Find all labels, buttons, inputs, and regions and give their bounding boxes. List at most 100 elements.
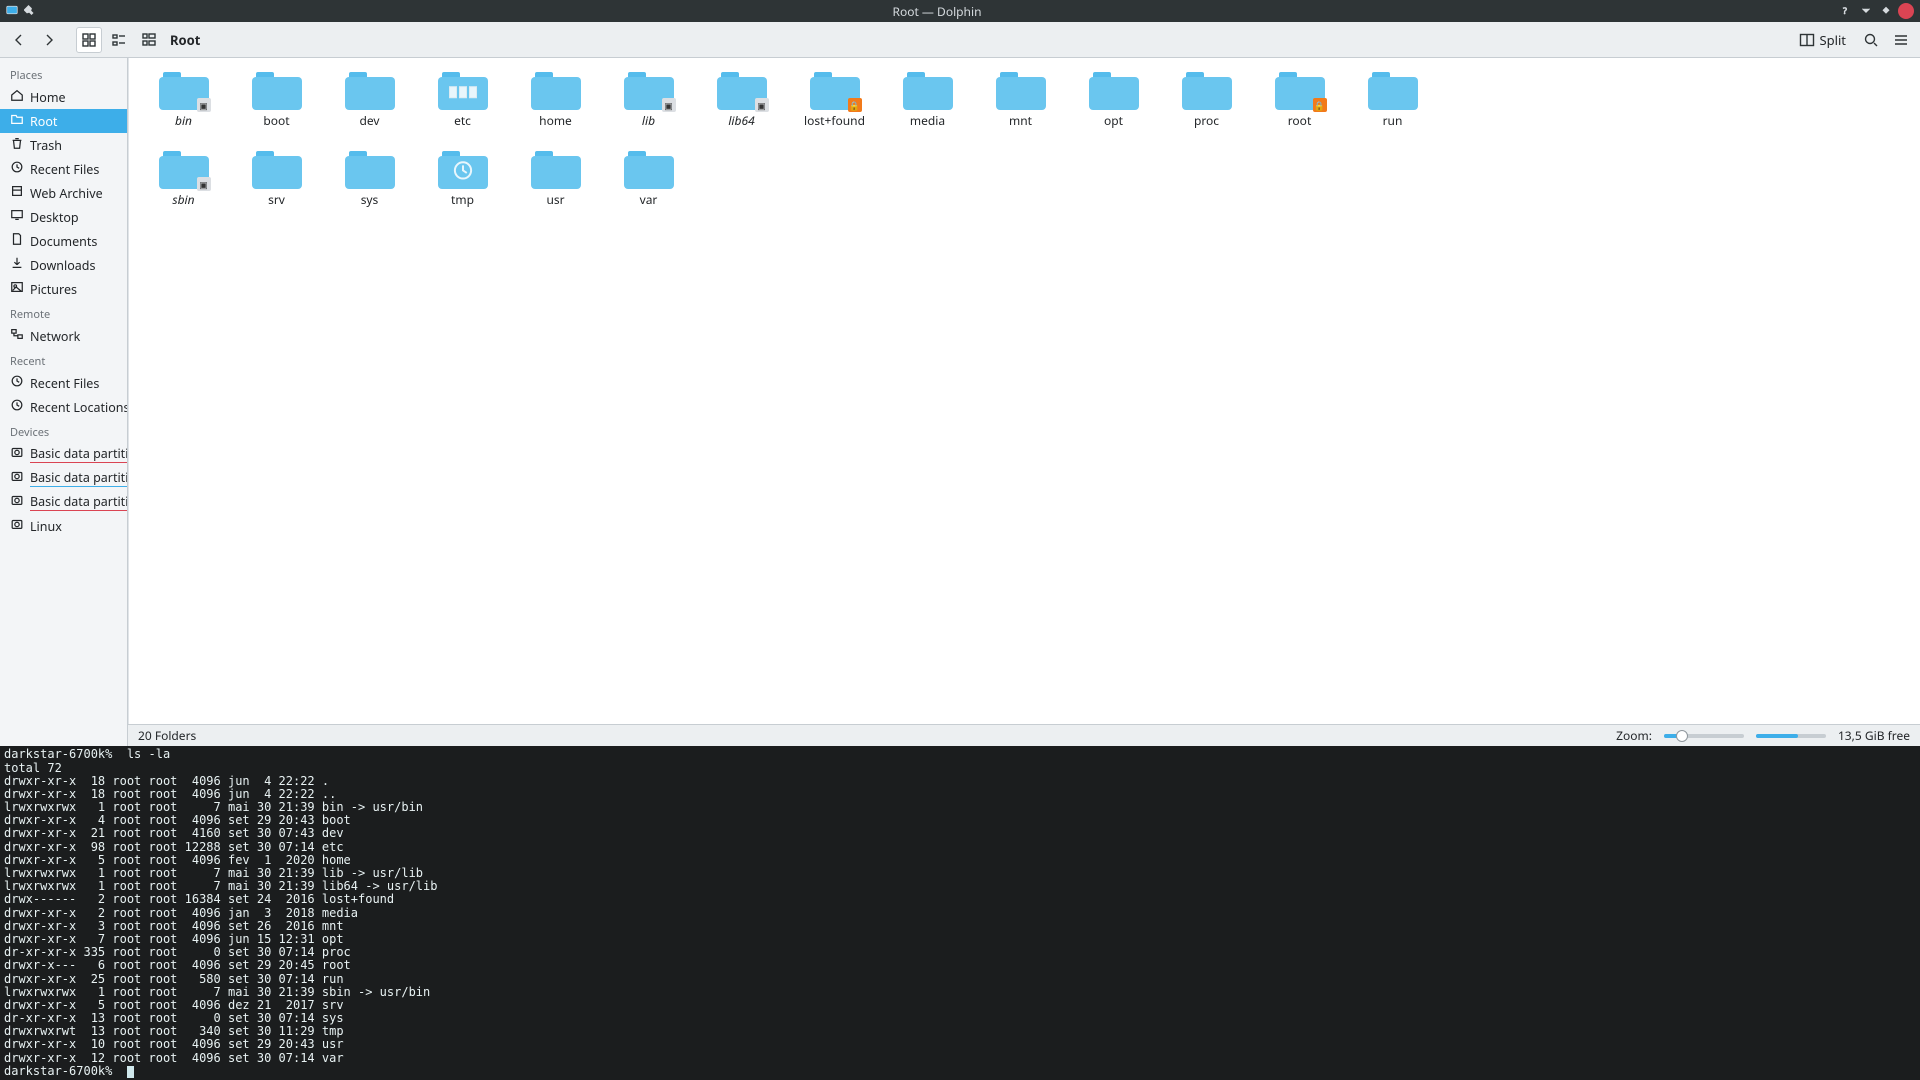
folder-icon [903, 72, 953, 110]
folder-label: root [1288, 112, 1312, 129]
lock-badge-icon: 🔒 [848, 98, 862, 112]
sidebar-item-desktop[interactable]: Desktop [0, 205, 127, 229]
sidebar-item-pics[interactable]: Pictures [0, 277, 127, 301]
folder-run[interactable]: run [1346, 70, 1439, 131]
folder-home[interactable]: home [509, 70, 602, 131]
folder-proc[interactable]: proc [1160, 70, 1253, 131]
folder-dev[interactable]: dev [323, 70, 416, 131]
sidebar-item-linux[interactable]: Linux [0, 514, 127, 538]
sidebar-item-webarch[interactable]: Web Archive [0, 181, 127, 205]
folder-tmp[interactable]: tmp [416, 149, 509, 210]
compact-view-button[interactable] [106, 27, 132, 53]
terminal-cursor [127, 1066, 134, 1078]
bdp3-icon [10, 493, 24, 511]
symlink-badge-icon: ▣ [662, 98, 676, 112]
folder-sbin[interactable]: ▣sbin [137, 149, 230, 210]
zoom-slider[interactable] [1664, 734, 1744, 738]
pics-icon [10, 280, 24, 298]
sidebar-item-r-files[interactable]: Recent Files [0, 371, 127, 395]
folder-lib[interactable]: ▣lib [602, 70, 695, 131]
symlink-badge-icon: ▣ [197, 177, 211, 191]
folder-root[interactable]: 🔒root [1253, 70, 1346, 131]
icons-view-button[interactable] [76, 27, 102, 53]
recent-f-icon [10, 160, 24, 178]
close-button[interactable] [1898, 3, 1914, 19]
minimize-button[interactable] [1858, 3, 1874, 19]
symlink-badge-icon: ▣ [197, 98, 211, 112]
sidebar-item-home[interactable]: Home [0, 85, 127, 109]
sidebar-section-remote: Remote [0, 301, 127, 324]
sidebar-item-bdp3[interactable]: Basic data partition [0, 490, 127, 514]
zoom-label: Zoom: [1616, 727, 1652, 744]
desktop-icon [10, 208, 24, 226]
sidebar-item-recent-f[interactable]: Recent Files [0, 157, 127, 181]
maximize-button[interactable] [1878, 3, 1894, 19]
folder-label: mnt [1009, 112, 1032, 129]
folder-lost-found[interactable]: 🔒lost+found [788, 70, 881, 131]
folder-icon [1089, 72, 1139, 110]
sidebar-item-label: Network [30, 328, 80, 345]
sidebar-item-docs[interactable]: Documents [0, 229, 127, 253]
bdp1-icon [10, 445, 24, 463]
folder-label: lib64 [728, 112, 754, 129]
folder-mnt[interactable]: mnt [974, 70, 1067, 131]
sidebar-item-dl[interactable]: Downloads [0, 253, 127, 277]
sidebar-item-label: Recent Locations [30, 399, 128, 416]
help-button[interactable]: ? [1838, 3, 1854, 19]
folder-label: etc [454, 112, 471, 129]
menu-button[interactable] [1888, 27, 1914, 53]
sidebar-item-label: Basic data partition [30, 493, 128, 511]
breadcrumb[interactable]: Root [170, 31, 200, 49]
docs-icon [10, 232, 24, 250]
file-view[interactable]: ▣binbootdevetchome▣lib▣lib64🔒lost+foundm… [128, 58, 1920, 724]
pin-icon[interactable] [24, 3, 36, 20]
dl-icon [10, 256, 24, 274]
folder-label: srv [268, 191, 285, 208]
folder-icon [252, 72, 302, 110]
sidebar-item-label: Desktop [30, 209, 79, 226]
folder-etc[interactable]: etc [416, 70, 509, 131]
folder-media[interactable]: media [881, 70, 974, 131]
window-titlebar: Root — Dolphin ? [0, 0, 1920, 22]
folder-opt[interactable]: opt [1067, 70, 1160, 131]
terminal-panel[interactable]: darkstar-6700k% ls -la total 72 drwxr-xr… [0, 746, 1920, 1080]
sidebar-item-label: Trash [30, 137, 62, 154]
sidebar-section-recent: Recent [0, 348, 127, 371]
sidebar-item-network[interactable]: Network [0, 324, 127, 348]
folder-var[interactable]: var [602, 149, 695, 210]
back-button[interactable] [6, 27, 32, 53]
folder-lib64[interactable]: ▣lib64 [695, 70, 788, 131]
folder-label: run [1383, 112, 1403, 129]
folder-label: boot [263, 112, 289, 129]
network-icon [10, 327, 24, 345]
sidebar-item-label: Web Archive [30, 185, 103, 202]
folder-icon [1182, 72, 1232, 110]
forward-button[interactable] [36, 27, 62, 53]
folder-label: var [640, 191, 658, 208]
r-files-icon [10, 374, 24, 392]
sidebar-item-bdp1[interactable]: Basic data partition [0, 442, 127, 466]
sidebar-item-label: Recent Files [30, 161, 99, 178]
sidebar-item-trash[interactable]: Trash [0, 133, 127, 157]
folder-icon [252, 151, 302, 189]
folder-label: tmp [451, 191, 474, 208]
details-view-button[interactable] [136, 27, 162, 53]
folder-usr[interactable]: usr [509, 149, 602, 210]
sidebar-item-r-loc[interactable]: Recent Locations [0, 395, 127, 419]
folder-label: usr [546, 191, 564, 208]
folder-sys[interactable]: sys [323, 149, 416, 210]
folder-label: bin [175, 112, 192, 129]
folder-icon [624, 151, 674, 189]
bdp2-icon [10, 469, 24, 487]
sidebar-item-bdp2[interactable]: Basic data partition [0, 466, 127, 490]
folder-srv[interactable]: srv [230, 149, 323, 210]
sidebar-item-label: Linux [30, 518, 62, 535]
sidebar-item-root[interactable]: Root [0, 109, 127, 133]
split-button[interactable]: Split [1791, 27, 1854, 53]
r-loc-icon [10, 398, 24, 416]
folder-boot[interactable]: boot [230, 70, 323, 131]
folder-icon [438, 72, 488, 110]
folder-bin[interactable]: ▣ bin [137, 70, 230, 131]
search-button[interactable] [1858, 27, 1884, 53]
folder-icon: 🔒 [810, 72, 860, 110]
